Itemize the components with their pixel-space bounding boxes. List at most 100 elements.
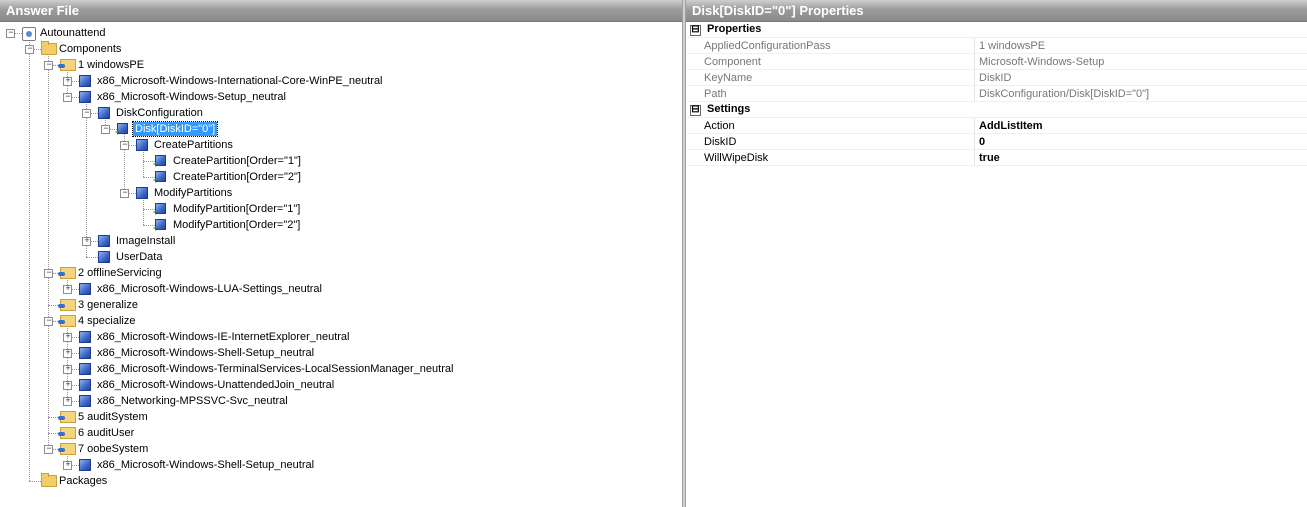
category-settings[interactable]: ⊟ Settings bbox=[686, 101, 1307, 118]
tree-item[interactable]: UserData bbox=[114, 250, 164, 264]
tree-item[interactable]: Autounattend bbox=[38, 26, 107, 40]
tree-item[interactable]: 6 auditUser bbox=[76, 426, 136, 440]
answer-file-pane: Answer File − Autounattend − Components −1 w… bbox=[0, 0, 683, 507]
property-value: DiskID bbox=[974, 69, 1307, 86]
collapse-icon[interactable]: − bbox=[82, 108, 91, 118]
tree-item[interactable]: CreatePartitions bbox=[152, 138, 235, 152]
category-label: Properties bbox=[707, 23, 762, 35]
expand-icon[interactable]: + bbox=[63, 460, 72, 470]
setting-value[interactable]: AddListItem bbox=[974, 117, 1307, 134]
collapse-icon[interactable]: − bbox=[120, 140, 129, 150]
expand-icon[interactable]: + bbox=[63, 380, 72, 390]
tree-item[interactable]: CreatePartition[Order="1"] bbox=[171, 154, 303, 168]
tree-item[interactable]: x86_Networking-MPSSVC-Svc_neutral bbox=[95, 394, 290, 408]
collapse-icon[interactable]: − bbox=[120, 188, 129, 198]
collapse-icon[interactable]: − bbox=[6, 28, 15, 38]
tree-item[interactable]: x86_Microsoft-Windows-IE-InternetExplore… bbox=[95, 330, 352, 344]
tree-connector-line bbox=[29, 37, 30, 481]
setting-icon bbox=[136, 187, 148, 199]
expand-icon[interactable]: + bbox=[63, 284, 72, 294]
setting-row[interactable]: DiskID 0 bbox=[686, 133, 1307, 150]
configuration-pass-icon bbox=[58, 427, 76, 439]
property-row[interactable]: Path DiskConfiguration/Disk[DiskID="0"] bbox=[686, 85, 1307, 102]
folder-icon bbox=[41, 473, 57, 487]
collapse-icon[interactable]: − bbox=[44, 444, 53, 454]
setting-row[interactable]: Action AddListItem bbox=[686, 117, 1307, 134]
component-icon bbox=[79, 379, 91, 391]
tree-item[interactable]: CreatePartition[Order="2"] bbox=[171, 170, 303, 184]
component-icon bbox=[79, 459, 91, 471]
collapse-icon[interactable]: ⊟ bbox=[690, 25, 701, 36]
category-properties[interactable]: ⊟ Properties bbox=[686, 22, 1307, 38]
answer-file-icon bbox=[22, 27, 36, 41]
tree-item[interactable]: x86_Microsoft-Windows-LUA-Settings_neutr… bbox=[95, 282, 324, 296]
setting-value[interactable]: 0 bbox=[974, 133, 1307, 150]
expand-icon[interactable]: + bbox=[63, 76, 72, 86]
expand-icon[interactable]: + bbox=[82, 236, 91, 246]
expand-icon[interactable]: + bbox=[63, 396, 72, 406]
collapse-icon[interactable]: − bbox=[101, 124, 110, 134]
answer-file-tree[interactable]: − Autounattend − Components −1 windowsPE + x86… bbox=[0, 22, 682, 507]
tree-item[interactable]: x86_Microsoft-Windows-TerminalServices-L… bbox=[95, 362, 455, 376]
component-icon bbox=[79, 347, 91, 359]
tree-item[interactable]: 3 generalize bbox=[76, 298, 140, 312]
expand-icon[interactable]: + bbox=[63, 364, 72, 374]
tree-item[interactable]: 2 offlineServicing bbox=[76, 266, 164, 280]
tree-item[interactable]: Components bbox=[57, 42, 123, 56]
list-item-icon: + bbox=[115, 123, 128, 137]
collapse-icon[interactable]: ⊟ bbox=[690, 105, 701, 116]
configuration-pass-icon bbox=[58, 315, 76, 327]
collapse-icon[interactable]: − bbox=[44, 316, 53, 326]
list-item-icon: + bbox=[153, 155, 166, 169]
tree-item[interactable]: 1 windowsPE bbox=[76, 58, 146, 72]
category-label: Settings bbox=[707, 103, 751, 115]
tree-item[interactable]: 7 oobeSystem bbox=[76, 442, 150, 456]
tree-item[interactable]: ModifyPartition[Order="2"] bbox=[171, 218, 302, 232]
collapse-icon[interactable]: − bbox=[25, 44, 34, 54]
tree-item[interactable]: x86_Microsoft-Windows-UnattendedJoin_neu… bbox=[95, 378, 336, 392]
component-icon bbox=[79, 331, 91, 343]
tree-item[interactable]: 4 specialize bbox=[76, 314, 137, 328]
component-icon bbox=[79, 363, 91, 375]
property-name: Component bbox=[686, 53, 975, 70]
expand-icon[interactable]: + bbox=[63, 332, 72, 342]
setting-row[interactable]: WillWipeDisk true bbox=[686, 149, 1307, 166]
tree-item[interactable]: x86_Microsoft-Windows-Shell-Setup_neutra… bbox=[95, 346, 316, 360]
properties-title: Disk[DiskID="0"] Properties bbox=[686, 0, 1307, 22]
tree-item[interactable]: Packages bbox=[57, 474, 109, 488]
component-icon bbox=[79, 395, 91, 407]
property-row[interactable]: AppliedConfigurationPass 1 windowsPE bbox=[686, 37, 1307, 54]
setting-icon bbox=[136, 139, 148, 151]
property-grid[interactable]: ⊟ Properties AppliedConfigurationPass 1 w… bbox=[686, 22, 1307, 166]
tree-item-selected[interactable]: Disk[DiskID="0"] bbox=[131, 121, 219, 137]
collapse-icon[interactable]: − bbox=[63, 92, 72, 102]
tree-item[interactable]: x86_Microsoft-Windows-International-Core… bbox=[95, 74, 385, 88]
answer-file-title: Answer File bbox=[0, 0, 682, 22]
setting-name: Action bbox=[686, 117, 975, 134]
setting-value[interactable]: true bbox=[974, 149, 1307, 166]
tree-item[interactable]: x86_Microsoft-Windows-Setup_neutral bbox=[95, 90, 288, 104]
tree-connector-line bbox=[143, 197, 144, 225]
setting-icon bbox=[98, 107, 110, 119]
property-row[interactable]: Component Microsoft-Windows-Setup bbox=[686, 53, 1307, 70]
property-value: DiskConfiguration/Disk[DiskID="0"] bbox=[974, 85, 1307, 102]
setting-name: WillWipeDisk bbox=[686, 149, 975, 166]
tree-connector-line bbox=[48, 53, 49, 449]
tree-item[interactable]: ImageInstall bbox=[114, 234, 177, 248]
expand-icon[interactable]: + bbox=[63, 348, 72, 358]
tree-item[interactable]: DiskConfiguration bbox=[114, 106, 205, 120]
configuration-pass-icon bbox=[58, 299, 76, 311]
property-value: Microsoft-Windows-Setup bbox=[974, 53, 1307, 70]
configuration-pass-icon bbox=[58, 59, 76, 71]
collapse-icon[interactable]: − bbox=[44, 268, 53, 278]
properties-pane: Disk[DiskID="0"] Properties ⊟ Properties … bbox=[685, 0, 1307, 507]
configuration-pass-icon bbox=[58, 411, 76, 423]
list-item-icon: + bbox=[153, 171, 166, 185]
tree-item[interactable]: ModifyPartitions bbox=[152, 186, 234, 200]
tree-item[interactable]: x86_Microsoft-Windows-Shell-Setup_neutra… bbox=[95, 458, 316, 472]
tree-item[interactable]: ModifyPartition[Order="1"] bbox=[171, 202, 302, 216]
tree-item[interactable]: 5 auditSystem bbox=[76, 410, 150, 424]
component-icon bbox=[79, 75, 91, 87]
property-row[interactable]: KeyName DiskID bbox=[686, 69, 1307, 86]
collapse-icon[interactable]: − bbox=[44, 60, 53, 70]
